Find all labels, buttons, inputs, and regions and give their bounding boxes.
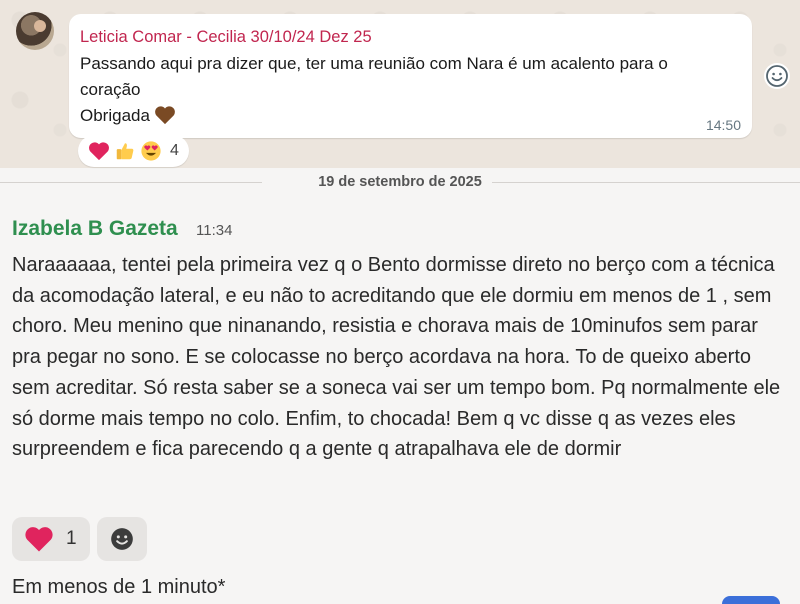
- heart-reaction-count: 1: [66, 528, 77, 549]
- quoted-message-bubble[interactable]: Leticia Comar - Cecilia 30/10/24 Dez 25 …: [69, 14, 752, 138]
- heart-reaction-button[interactable]: 1: [12, 517, 90, 561]
- quoted-message-thanks: Obrigada: [80, 106, 150, 125]
- quoted-message-text: Passando aqui pra dizer que, ter uma reu…: [80, 51, 740, 129]
- red-heart-icon: [89, 142, 109, 161]
- thumbs-up-icon: [116, 143, 134, 160]
- quoted-message-sender[interactable]: Leticia Comar - Cecilia 30/10/24 Dez 25: [80, 28, 372, 47]
- date-divider-text: 19 de setembro de 2025: [308, 174, 492, 190]
- add-reaction-button[interactable]: [764, 63, 790, 89]
- quoted-message-reactions[interactable]: 4: [78, 135, 189, 167]
- brown-heart-icon: [155, 106, 175, 125]
- message-sender[interactable]: Izabela B Gazeta: [12, 217, 178, 241]
- heart-eyes-icon: [141, 141, 161, 161]
- date-divider-label: 19 de setembro de 2025: [0, 174, 800, 190]
- chat-wallpaper: Leticia Comar - Cecilia 30/10/24 Dez 25 …: [0, 0, 800, 168]
- reaction-count: 4: [170, 142, 179, 159]
- scroll-to-bottom-button[interactable]: [722, 596, 780, 604]
- red-heart-icon: [25, 527, 53, 552]
- quoted-message-time: 14:50: [705, 117, 741, 133]
- sender-avatar[interactable]: [16, 12, 54, 50]
- smiley-icon: [766, 65, 788, 87]
- smiley-icon: [111, 528, 133, 550]
- next-message-text: Em menos de 1 minuto*: [12, 576, 226, 598]
- add-reaction-button[interactable]: [97, 517, 147, 561]
- quoted-message-body: Passando aqui pra dizer que, ter uma reu…: [80, 54, 668, 99]
- message-text: Naraaaaaa, tentei pela primeira vez q o …: [12, 254, 781, 461]
- message-time: 11:34: [196, 222, 233, 239]
